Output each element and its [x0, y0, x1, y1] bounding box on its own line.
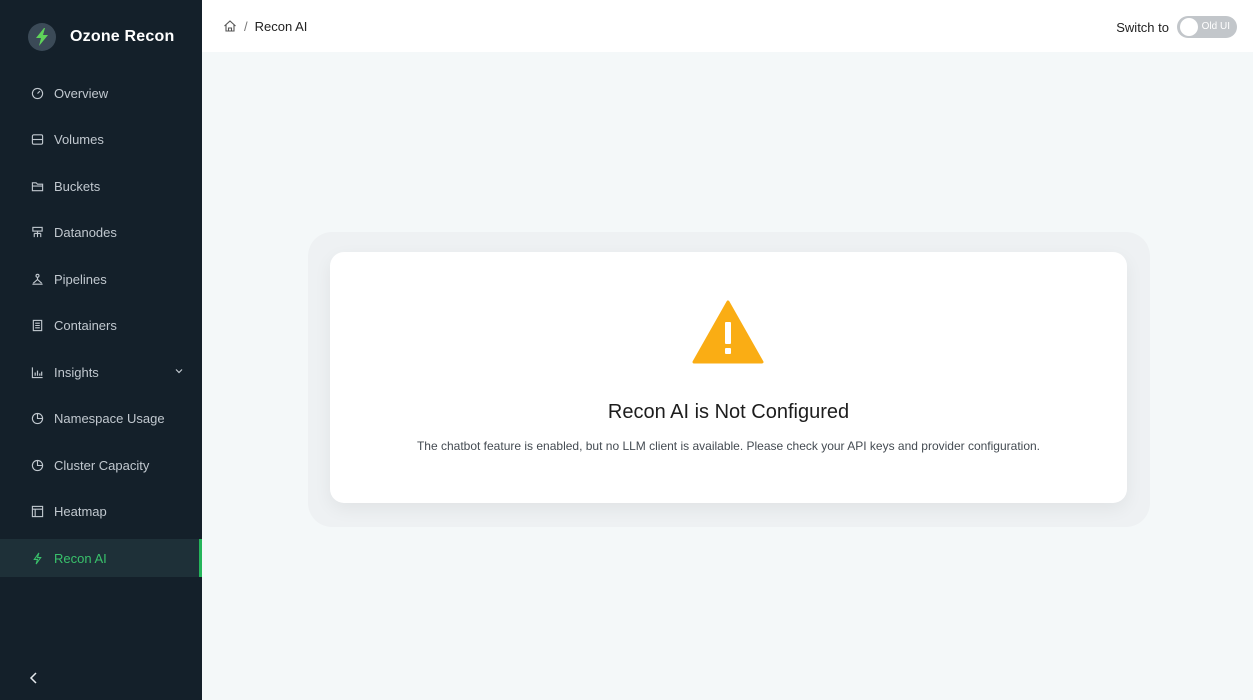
sidebar-item-pipelines[interactable]: Pipelines	[0, 260, 202, 298]
pie-chart-icon	[30, 412, 44, 426]
app-title: Ozone Recon	[70, 28, 175, 45]
layout-icon	[30, 505, 44, 519]
pie-chart-icon	[30, 458, 44, 472]
top-header: / Recon AI Switch to Old UI	[202, 0, 1253, 52]
dashboard-icon	[30, 86, 44, 100]
collapse-sidebar-icon[interactable]	[26, 670, 42, 686]
sidebar-item-label: Overview	[54, 85, 109, 101]
warning-icon	[692, 300, 764, 364]
brand[interactable]: Ozone Recon	[0, 0, 202, 74]
sidebar-item-cluster-capacity[interactable]: Cluster Capacity	[0, 446, 202, 484]
sidebar-item-volumes[interactable]: Volumes	[0, 121, 202, 159]
cluster-icon	[30, 226, 44, 240]
sidebar-item-label: Datanodes	[54, 225, 117, 240]
sidebar-item-overview[interactable]: Overview	[0, 74, 202, 112]
deployment-icon	[30, 272, 44, 286]
sidebar-item-label: Insights	[54, 364, 99, 380]
inbox-icon	[30, 133, 44, 147]
toggle-label: Old UI	[1201, 21, 1230, 32]
switch-label: Switch to	[1116, 19, 1169, 35]
thunderbolt-icon	[30, 551, 44, 565]
toggle-knob	[1180, 18, 1198, 36]
sidebar-item-label: Namespace Usage	[54, 411, 165, 426]
sidebar-item-label: Heatmap	[54, 504, 107, 519]
sidebar-item-namespace-usage[interactable]: Namespace Usage	[0, 400, 202, 438]
sidebar-item-label: Cluster Capacity	[54, 457, 150, 473]
ozone-logo-icon	[28, 23, 56, 51]
home-icon[interactable]	[223, 19, 237, 33]
sidebar-item-recon-ai[interactable]: Recon AI	[0, 539, 202, 577]
folder-open-icon	[30, 179, 44, 193]
old-ui-toggle[interactable]: Old UI	[1177, 16, 1237, 38]
container-icon	[30, 319, 44, 333]
sidebar-menu: Overview Volumes Buckets Datanodes Pipel…	[0, 74, 202, 577]
breadcrumb-separator: /	[244, 18, 248, 34]
sidebar-item-heatmap[interactable]: Heatmap	[0, 493, 202, 531]
sidebar-item-label: Pipelines	[54, 271, 107, 287]
sidebar-item-containers[interactable]: Containers	[0, 307, 202, 345]
breadcrumb-current: Recon AI	[254, 18, 308, 34]
not-configured-card: Recon AI is Not Configured The chatbot f…	[330, 252, 1127, 503]
card-title: Recon AI is Not Configured	[607, 401, 850, 423]
sidebar-item-label: Recon AI	[54, 550, 107, 566]
bar-chart-icon	[30, 365, 44, 379]
sidebar-item-datanodes[interactable]: Datanodes	[0, 214, 202, 252]
sidebar-item-label: Buckets	[54, 178, 101, 194]
ui-switch: Switch to Old UI	[1116, 16, 1237, 38]
card-description: The chatbot feature is enabled, but no L…	[416, 439, 1041, 453]
sidebar-item-label: Volumes	[54, 132, 104, 147]
sidebar-item-label: Containers	[54, 318, 117, 333]
breadcrumb: / Recon AI	[223, 19, 307, 34]
chevron-down-icon[interactable]	[174, 366, 184, 376]
sidebar: Ozone Recon Overview Volumes Buckets Dat…	[0, 0, 202, 700]
sidebar-item-buckets[interactable]: Buckets	[0, 167, 202, 205]
sidebar-item-insights[interactable]: Insights	[0, 353, 202, 391]
